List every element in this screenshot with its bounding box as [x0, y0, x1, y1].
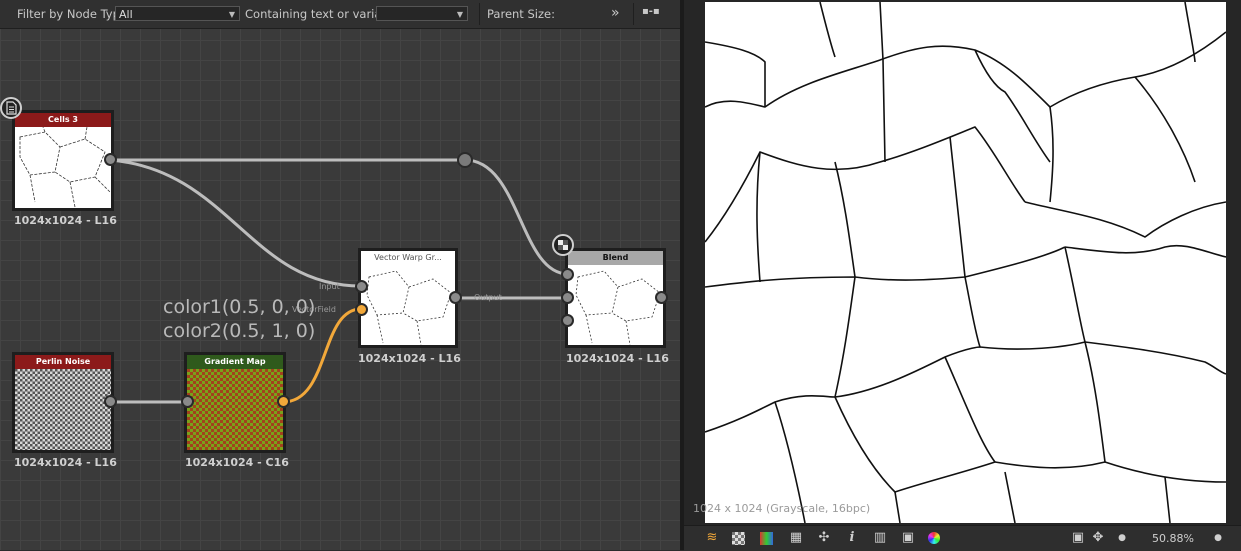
graph-toolbar: Filter by Node Type All ▼ Containing tex… [0, 0, 680, 29]
node-gradient-resolution: 1024x1024 - C16 [185, 456, 289, 469]
histogram-icon[interactable]: ▥ [872, 530, 888, 546]
blend-mode-icon[interactable] [552, 234, 574, 256]
node-blend-thumbnail [568, 265, 663, 345]
node-blend-output-port[interactable] [655, 291, 668, 304]
viewer-toolbar: ≋ ▦ ✣ i ▥ ▣ ▣ ✥ ● 50.88% ● [684, 525, 1241, 551]
wire-cells-vector-input [109, 158, 362, 288]
node-perlin[interactable]: Perlin Noise [12, 352, 114, 453]
settings-icon[interactable]: ● [1114, 530, 1130, 546]
node-blend-title: Blend [568, 251, 663, 265]
node-cells[interactable]: Cells 3 [12, 110, 114, 211]
node-perlin-title: Perlin Noise [15, 355, 111, 369]
layers-icon[interactable]: ≋ [704, 530, 720, 546]
zoom-settings-icon[interactable]: ● [1210, 530, 1226, 546]
graph-editor[interactable]: Filter by Node Type All ▼ Containing tex… [0, 0, 680, 550]
link-icon[interactable]: ▪-▪ [642, 6, 660, 17]
expand-icon[interactable]: » [611, 5, 620, 21]
zoom-level[interactable]: 50.88% [1152, 532, 1194, 545]
fit-view-icon[interactable]: ▣ [1070, 530, 1086, 546]
warp-pattern [366, 270, 452, 345]
node-perlin-resolution: 1024x1024 - L16 [14, 456, 117, 469]
channels-icon[interactable] [760, 532, 773, 545]
pin-input-label: Input [319, 282, 340, 291]
color-wheel-icon[interactable] [928, 532, 940, 544]
chevron-down-icon: ▼ [456, 10, 463, 19]
toolbar-divider [633, 3, 634, 25]
node-perlin-output-port[interactable] [104, 395, 117, 408]
node-vector-thumbnail [361, 265, 455, 345]
parent-size-label: Parent Size: [487, 7, 555, 21]
node-blend-opacity-port[interactable] [561, 314, 574, 327]
node-cells-thumbnail [15, 127, 111, 208]
display-icon[interactable]: ▣ [900, 530, 916, 546]
toolbar-divider [479, 3, 480, 25]
annotation-line-1: color1(0.5, 0, 0) [163, 296, 316, 318]
node-cells-output-port[interactable] [104, 153, 117, 166]
node-vector-warp[interactable]: Vector Warp Gr... [358, 248, 458, 348]
node-gradient-output-port[interactable] [277, 395, 290, 408]
cells-preview [704, 1, 1227, 524]
document-icon[interactable] [0, 97, 22, 119]
node-blend-foreground-port[interactable] [561, 268, 574, 281]
node-blend-background-port[interactable] [561, 291, 574, 304]
filter-node-type-value: All [119, 8, 133, 21]
node-cells-title: Cells 3 [15, 113, 111, 127]
viewer-image [704, 1, 1227, 524]
node-vector-title: Vector Warp Gr... [361, 251, 455, 265]
pan-icon[interactable]: ✥ [1090, 530, 1106, 546]
containing-text-select[interactable]: ▼ [376, 6, 468, 21]
wire-dot[interactable] [457, 152, 473, 168]
annotation-line-2: color2(0.5, 1, 0) [163, 320, 316, 342]
chevron-down-icon: ▼ [228, 10, 235, 19]
node-vector-vectorfield-port[interactable] [355, 303, 368, 316]
node-blend[interactable]: Blend [565, 248, 666, 348]
2d-view[interactable]: 1024 x 1024 (Grayscale, 16bpc) [684, 0, 1241, 525]
node-gradient-thumbnail [187, 369, 283, 450]
node-vector-resolution: 1024x1024 - L16 [358, 352, 461, 365]
node-cells-resolution: 1024x1024 - L16 [14, 214, 117, 227]
node-blend-resolution: 1024x1024 - L16 [566, 352, 669, 365]
filter-node-type-select[interactable]: All ▼ [115, 6, 240, 21]
blend-pattern [575, 270, 661, 345]
node-perlin-thumbnail [15, 369, 111, 450]
wire-cells-blend [110, 158, 569, 276]
sample-icon[interactable]: ✣ [816, 530, 832, 546]
node-vector-output-port[interactable] [449, 291, 462, 304]
pin-output-label: Output [474, 293, 502, 302]
info-icon[interactable]: i [844, 530, 860, 546]
node-gradient-input-port[interactable] [181, 395, 194, 408]
checker-background-icon[interactable] [732, 532, 745, 545]
node-gradient-map[interactable]: Gradient Map [184, 352, 286, 453]
tiling-icon[interactable]: ▦ [788, 530, 804, 546]
node-gradient-title: Gradient Map [187, 355, 283, 369]
filter-label: Filter by Node Type [17, 7, 127, 21]
viewer-info: 1024 x 1024 (Grayscale, 16bpc) [693, 502, 871, 515]
node-vector-input-port[interactable] [355, 280, 368, 293]
cells-pattern [19, 127, 111, 208]
